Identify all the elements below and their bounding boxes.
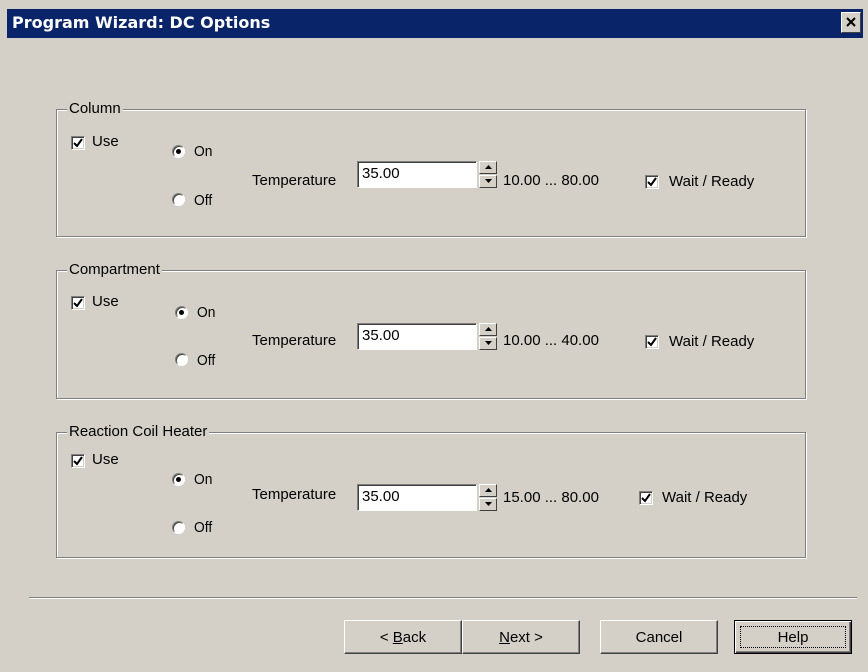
- temperature-input[interactable]: 35.00: [357, 323, 477, 350]
- off-radio[interactable]: [172, 521, 185, 534]
- back-button[interactable]: < Back: [344, 620, 462, 654]
- use-label: Use: [92, 451, 119, 468]
- spin-down-button[interactable]: [479, 337, 497, 350]
- group-title: Column: [67, 100, 123, 117]
- temperature-spinner[interactable]: [479, 484, 497, 511]
- spin-up-button[interactable]: [479, 484, 497, 497]
- next-button-label: Next >: [499, 628, 543, 646]
- focus-rectangle: [740, 626, 846, 648]
- wait-ready-label: Wait / Ready: [669, 173, 755, 190]
- group-column: Column Use On Off Temperature 35.00 10.0…: [56, 100, 806, 237]
- check-icon: [641, 493, 651, 503]
- temperature-input[interactable]: 35.00: [357, 161, 477, 188]
- cancel-button-label: Cancel: [635, 628, 683, 646]
- spin-up-button[interactable]: [479, 161, 497, 174]
- dialog-window: Program Wizard: DC Options Column Use On…: [0, 0, 868, 672]
- off-label: Off: [194, 192, 213, 209]
- off-label: Off: [197, 352, 216, 369]
- off-radio[interactable]: [172, 193, 185, 206]
- temperature-range: 15.00 ... 80.00: [503, 489, 599, 506]
- on-label: On: [194, 143, 213, 160]
- temperature-value: 35.00: [362, 488, 400, 505]
- use-checkbox[interactable]: [71, 136, 85, 150]
- help-button[interactable]: Help: [734, 620, 852, 654]
- cancel-button[interactable]: Cancel: [600, 620, 718, 654]
- spin-up-icon: [485, 488, 492, 492]
- use-label: Use: [92, 133, 119, 150]
- temperature-label: Temperature: [252, 332, 337, 349]
- window-title: Program Wizard: DC Options: [12, 13, 271, 32]
- on-label: On: [197, 304, 216, 321]
- group-title: Compartment: [67, 261, 162, 278]
- spin-down-button[interactable]: [479, 498, 497, 511]
- temperature-value: 35.00: [362, 165, 400, 182]
- temperature-spinner[interactable]: [479, 323, 497, 350]
- back-button-label: < Back: [379, 628, 427, 646]
- on-label: On: [194, 471, 213, 488]
- on-radio[interactable]: [175, 306, 188, 319]
- close-button[interactable]: [841, 12, 861, 33]
- check-icon: [73, 456, 83, 466]
- wait-ready-label: Wait / Ready: [662, 489, 748, 506]
- check-icon: [73, 298, 83, 308]
- wait-ready-checkbox[interactable]: [639, 491, 653, 505]
- off-label: Off: [194, 519, 213, 536]
- spin-down-icon: [485, 502, 492, 506]
- use-checkbox[interactable]: [71, 454, 85, 468]
- wait-ready-checkbox[interactable]: [645, 335, 659, 349]
- close-icon: [846, 17, 856, 27]
- temperature-range: 10.00 ... 40.00: [503, 332, 599, 349]
- temperature-spinner[interactable]: [479, 161, 497, 188]
- temperature-range: 10.00 ... 80.00: [503, 172, 599, 189]
- wait-ready-checkbox[interactable]: [645, 175, 659, 189]
- group-reaction-coil-heater: Reaction Coil Heater Use On Off Temperat…: [56, 423, 806, 558]
- spin-up-icon: [485, 327, 492, 331]
- spin-up-button[interactable]: [479, 323, 497, 336]
- temperature-input[interactable]: 35.00: [357, 484, 477, 511]
- group-compartment: Compartment Use On Off Temperature 35.00…: [56, 261, 806, 399]
- check-icon: [647, 337, 657, 347]
- use-checkbox[interactable]: [71, 296, 85, 310]
- spin-down-button[interactable]: [479, 175, 497, 188]
- footer-separator: [29, 597, 857, 599]
- temperature-label: Temperature: [252, 172, 337, 189]
- off-radio[interactable]: [175, 353, 188, 366]
- spin-down-icon: [485, 341, 492, 345]
- check-icon: [73, 138, 83, 148]
- use-label: Use: [92, 293, 119, 310]
- temperature-value: 35.00: [362, 327, 400, 344]
- on-radio[interactable]: [172, 145, 185, 158]
- spin-down-icon: [485, 179, 492, 183]
- title-bar: Program Wizard: DC Options: [7, 9, 863, 38]
- next-button[interactable]: Next >: [462, 620, 580, 654]
- spin-up-icon: [485, 165, 492, 169]
- temperature-label: Temperature: [252, 486, 337, 503]
- wait-ready-label: Wait / Ready: [669, 333, 755, 350]
- group-title: Reaction Coil Heater: [67, 423, 210, 440]
- check-icon: [647, 177, 657, 187]
- on-radio[interactable]: [172, 473, 185, 486]
